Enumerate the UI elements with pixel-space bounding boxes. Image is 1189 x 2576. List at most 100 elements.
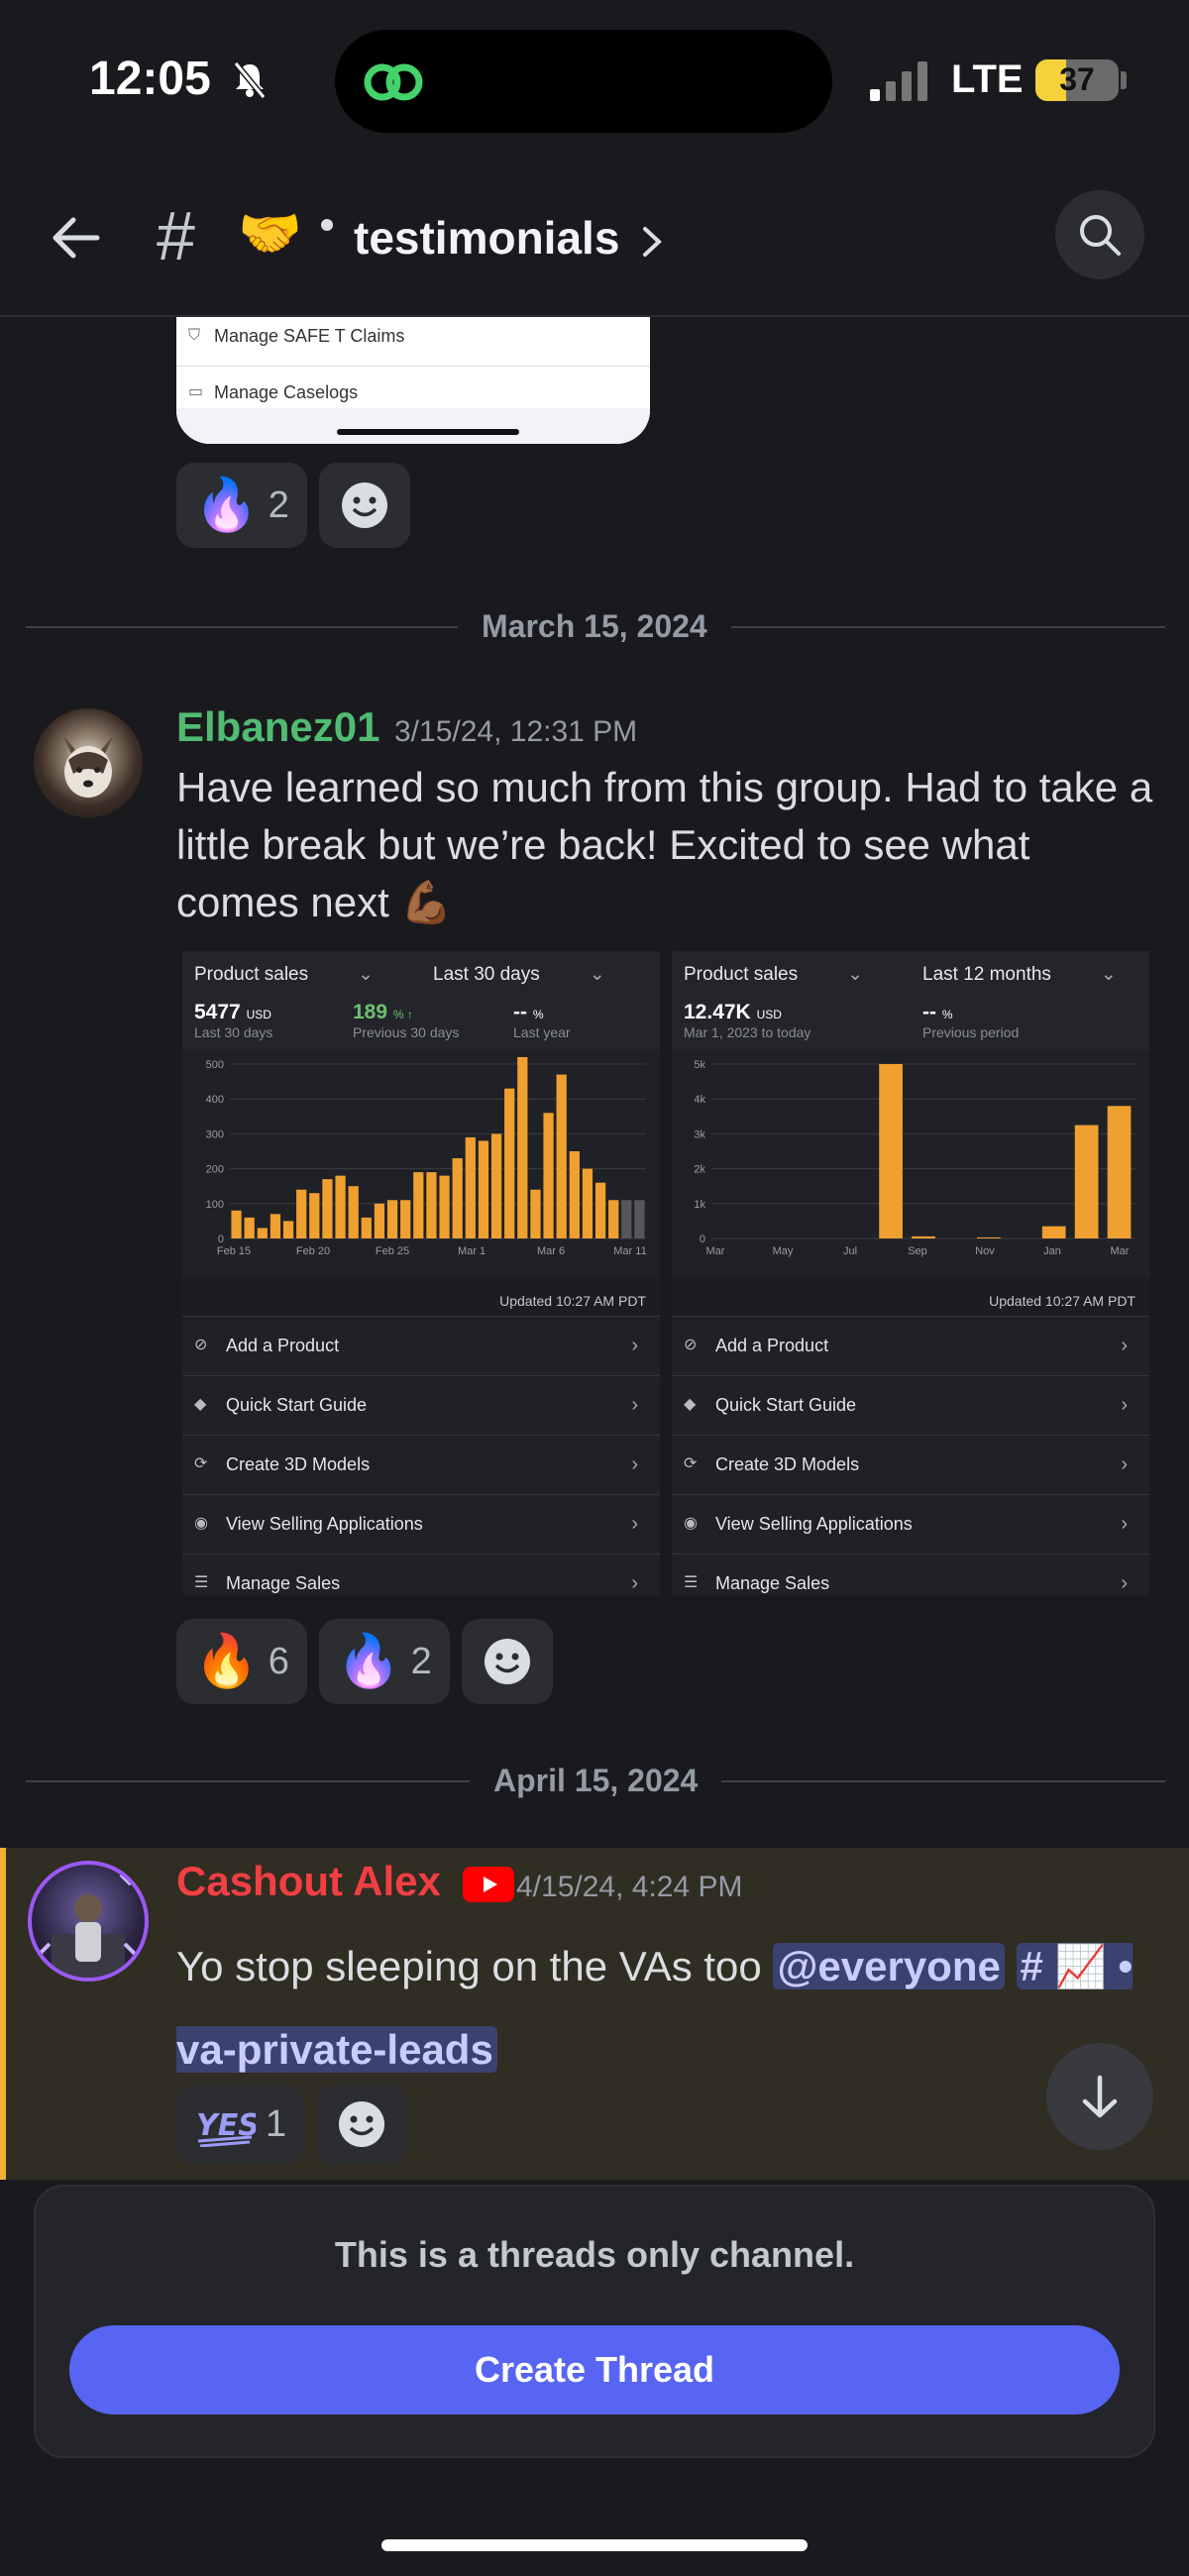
x-tick-label: Nov [975, 1245, 995, 1257]
metric-value: 12.47K USD [684, 1001, 782, 1023]
reaction-fire[interactable]: 🔥 6 [176, 1619, 307, 1704]
chevron-right-icon: › [1121, 1513, 1128, 1535]
menu-add-product[interactable]: ⊘ Add a Product › [182, 1316, 660, 1375]
blue-fire-icon: 🔥 [194, 477, 259, 534]
card-row-label: Manage SAFE T Claims [214, 326, 405, 346]
add-reaction-button[interactable] [461, 1619, 553, 1704]
search-button[interactable] [1055, 190, 1144, 279]
create-thread-button[interactable]: Create Thread [69, 2325, 1120, 2415]
updated-label: Updated 10:27 AM PDT [989, 1293, 1135, 1309]
message-body: Have learned so much from this group. Ha… [176, 764, 1153, 925]
menu-view-selling[interactable]: ◉ View Selling Applications › [182, 1494, 660, 1554]
bar [478, 1140, 489, 1238]
home-indicator-mini [337, 429, 519, 435]
menu-view-selling[interactable]: ◉ View Selling Applications › [672, 1494, 1149, 1554]
bar [244, 1217, 255, 1238]
smiley-icon [339, 2101, 385, 2147]
channel-link-hash: # [1020, 1943, 1043, 1989]
network-type: LTE [951, 57, 1024, 101]
metric-change: -- % [922, 1001, 953, 1023]
menu-manage-sales[interactable]: ☰ Manage Sales › [672, 1554, 1149, 1595]
x-tick-label: Sep [908, 1245, 927, 1257]
menu-create-3d[interactable]: ⟳ Create 3D Models › [182, 1435, 660, 1494]
yes-emoji-icon: YES [196, 2108, 256, 2147]
bar [490, 1133, 502, 1238]
bar [452, 1158, 463, 1238]
message-text: Yo stop sleeping on the VAs too [176, 1943, 762, 1989]
channel-link-name: va-private-leads [176, 2026, 493, 2073]
eye-icon: ◉ [194, 1515, 208, 1532]
bar [912, 1235, 935, 1238]
previous-attachment-image[interactable]: ⛉ Manage SAFE T Claims ▭ Manage Caselogs [176, 317, 650, 444]
date-divider-label: April 15, 2024 [470, 1763, 722, 1799]
home-indicator[interactable] [381, 2539, 808, 2551]
reaction-fire[interactable]: 🔥 2 [176, 463, 307, 548]
status-bar: 12:05 LTE 37 [0, 0, 1189, 163]
smiley-icon [484, 1639, 530, 1684]
card-row-label: Manage Caselogs [214, 382, 359, 402]
search-icon [1080, 215, 1121, 256]
battery-icon: 37 [1035, 59, 1119, 101]
period-dropdown: Last 30 days ⌄ [433, 964, 605, 985]
bar [257, 1228, 268, 1238]
battery-level: 37 [1059, 61, 1095, 97]
metric-caption: Last 30 days [194, 1024, 273, 1040]
metric-caption: Mar 1, 2023 to today [684, 1024, 811, 1040]
menu-quick-start[interactable]: ◆ Quick Start Guide › [182, 1375, 660, 1435]
reaction-yes[interactable]: YES 1 [176, 2085, 305, 2164]
sales-bar-chart-12m: 0 1k 2k 3k 4k 5k Mar May Jul Sep Nov Jan Mar [672, 1050, 1149, 1278]
bar [361, 1217, 372, 1238]
add-reaction-button[interactable] [318, 463, 410, 548]
bar [530, 1189, 541, 1238]
signal-icon [870, 61, 927, 101]
menu-manage-sales[interactable]: ☰ Manage Sales › [182, 1554, 660, 1595]
menu-add-product[interactable]: ⊘ Add a Product › [672, 1316, 1149, 1375]
x-tick-label: Mar 11 [613, 1245, 646, 1257]
reaction-blue-fire[interactable]: 🔥 2 [318, 1619, 450, 1704]
everyone-mention[interactable]: @everyone [773, 1943, 1005, 1989]
bar [517, 1056, 528, 1238]
author-name-text: Elbanez01 [176, 703, 380, 750]
bar [621, 1200, 632, 1238]
message-body: Yo stop sleeping on the VAs too @everyon… [176, 1925, 1157, 2092]
author-name[interactable]: Elbanez01 [176, 703, 379, 751]
bar [439, 1175, 450, 1238]
chevron-right-icon: › [1121, 1394, 1128, 1416]
card-footer [176, 408, 650, 444]
bar [556, 1074, 567, 1238]
chart-emoji-icon: 📈 [1054, 1943, 1107, 1989]
chevron-right-icon: › [631, 1394, 638, 1416]
bar [594, 1182, 606, 1238]
author-name[interactable]: Cashout Alex [176, 1858, 514, 1905]
channel-name[interactable]: testimonials [354, 211, 619, 265]
list-icon: ☰ [194, 1574, 209, 1591]
bar [282, 1221, 294, 1238]
menu-quick-start[interactable]: ◆ Quick Start Guide › [672, 1375, 1149, 1435]
reaction-count: 2 [268, 483, 289, 526]
bar [1107, 1106, 1132, 1238]
x-tick-label: Mar [1111, 1245, 1130, 1257]
x-tick-label: Mar 1 [458, 1245, 486, 1257]
bar [348, 1186, 359, 1238]
avatar-cashout-alex[interactable] [28, 1861, 149, 1982]
shield-icon: ⛉ [188, 327, 201, 344]
y-tick-label: 500 [206, 1059, 224, 1071]
avatar-elbanez01[interactable] [34, 708, 143, 817]
menu-create-3d[interactable]: ⟳ Create 3D Models › [672, 1435, 1149, 1494]
bar [1074, 1125, 1099, 1238]
battery-nub [1121, 71, 1127, 89]
back-arrow-icon[interactable] [48, 208, 107, 268]
message-timestamp: 3/15/24, 12:31 PM [394, 715, 638, 748]
bar [386, 1200, 398, 1238]
add-reaction-button[interactable] [316, 2085, 408, 2164]
chevron-right-icon[interactable] [640, 225, 664, 259]
chevron-right-icon: › [1121, 1572, 1128, 1594]
jump-to-bottom-button[interactable] [1046, 2043, 1153, 2150]
metric-value: 5477 USD [194, 1001, 271, 1023]
attachment-image-30days[interactable]: Product sales ⌄ Last 30 days ⌄ 5477 USD La… [182, 951, 660, 1595]
fire-icon: 🔥 [194, 1633, 259, 1690]
bell-muted-icon [233, 61, 267, 99]
reaction-count: 2 [410, 1640, 432, 1682]
attachment-image-12months[interactable]: Product sales ⌄ Last 12 months ⌄ 12.47K US… [672, 951, 1149, 1595]
x-tick-label: Jul [843, 1245, 857, 1257]
